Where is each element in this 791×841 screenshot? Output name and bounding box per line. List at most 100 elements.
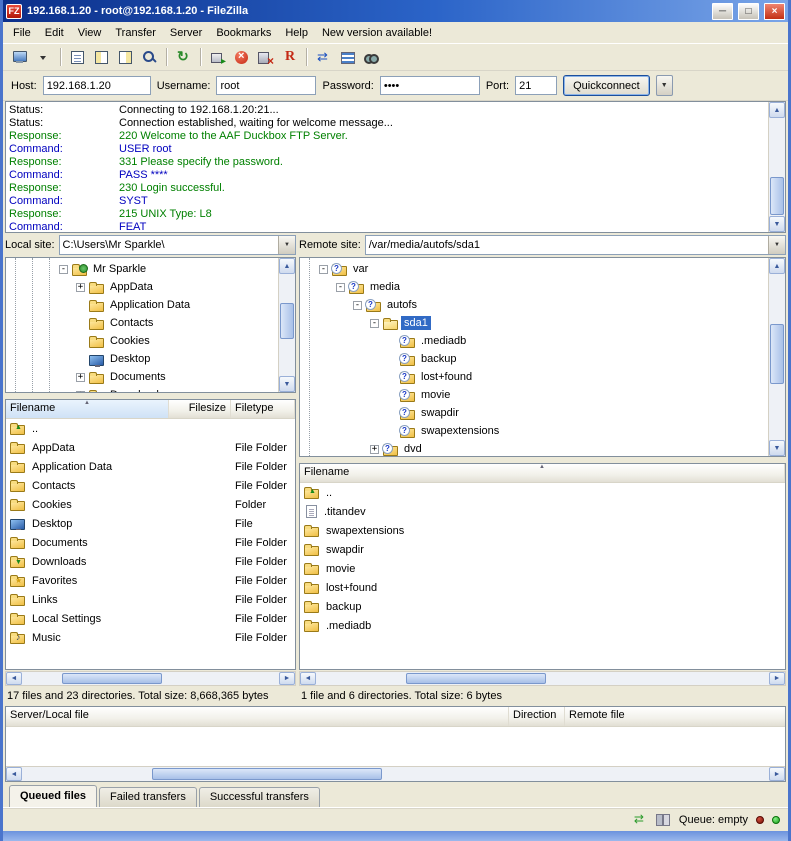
file-row[interactable]: AppDataFile Folder bbox=[6, 438, 295, 457]
toggle-remote-tree-button[interactable] bbox=[114, 46, 137, 69]
quickconnect-button[interactable]: Quickconnect bbox=[563, 75, 650, 96]
scroll-right-icon[interactable]: ► bbox=[769, 767, 785, 781]
file-row[interactable]: DocumentsFile Folder bbox=[6, 533, 295, 552]
site-manager-button[interactable] bbox=[8, 46, 31, 69]
toggle-message-log-button[interactable] bbox=[66, 46, 89, 69]
scroll-up-icon[interactable]: ▲ bbox=[769, 102, 785, 118]
scroll-left-icon[interactable]: ◄ bbox=[300, 672, 316, 685]
scroll-right-icon[interactable]: ► bbox=[769, 672, 785, 685]
scrollbar-track[interactable] bbox=[279, 274, 295, 376]
file-row[interactable]: .mediadb bbox=[300, 616, 785, 635]
username-input[interactable] bbox=[216, 76, 316, 95]
remote-site-combo[interactable]: /var/media/autofs/sda1 ▼ bbox=[365, 235, 786, 255]
port-input[interactable] bbox=[515, 76, 557, 95]
tree-item[interactable]: lost+found bbox=[300, 368, 785, 386]
sync-browsing-button[interactable] bbox=[336, 46, 359, 69]
scrollbar-thumb[interactable] bbox=[280, 303, 294, 339]
tree-expander-icon[interactable]: - bbox=[353, 301, 362, 310]
menu-item-transfer[interactable]: Transfer bbox=[108, 24, 163, 42]
file-row[interactable]: MusicFile Folder bbox=[6, 628, 295, 647]
queue-horizontal-scrollbar[interactable]: ◄ ► bbox=[6, 766, 785, 781]
scrollbar-thumb[interactable] bbox=[62, 673, 162, 684]
scrollbar-track[interactable] bbox=[769, 118, 785, 216]
remote-tree-scrollbar[interactable]: ▲ ▼ bbox=[768, 258, 785, 456]
menu-item-view[interactable]: View bbox=[71, 24, 109, 42]
file-row[interactable]: Application DataFile Folder bbox=[6, 457, 295, 476]
column-header-filetype[interactable]: Filetype bbox=[231, 400, 295, 418]
find-files-button[interactable] bbox=[360, 46, 383, 69]
scrollbar-track[interactable] bbox=[769, 274, 785, 440]
scroll-down-icon[interactable]: ▼ bbox=[279, 376, 295, 392]
column-header-remote-file[interactable]: Remote file bbox=[565, 707, 785, 726]
file-row[interactable]: backup bbox=[300, 597, 785, 616]
cancel-button[interactable] bbox=[230, 46, 253, 69]
file-row[interactable]: lost+found bbox=[300, 578, 785, 597]
file-row[interactable]: swapextensions bbox=[300, 521, 785, 540]
reconnect-button[interactable] bbox=[278, 46, 301, 69]
scroll-down-icon[interactable]: ▼ bbox=[769, 216, 785, 232]
column-header-filename[interactable]: Filename▲ bbox=[6, 400, 169, 418]
tab-failed-transfers[interactable]: Failed transfers bbox=[99, 787, 197, 807]
log-scrollbar[interactable]: ▲ ▼ bbox=[768, 102, 785, 232]
toggle-local-tree-button[interactable] bbox=[90, 46, 113, 69]
tree-expander-icon[interactable]: - bbox=[336, 283, 345, 292]
file-row[interactable]: .. bbox=[6, 419, 295, 438]
close-button[interactable]: × bbox=[764, 3, 785, 20]
combo-dropdown-button[interactable]: ▼ bbox=[768, 236, 785, 254]
scrollbar-track[interactable] bbox=[22, 767, 769, 781]
tree-expander-icon[interactable]: + bbox=[370, 445, 379, 454]
scroll-left-icon[interactable]: ◄ bbox=[6, 767, 22, 781]
tree-item[interactable]: -autofs bbox=[300, 296, 785, 314]
speed-limits-icon[interactable] bbox=[633, 811, 650, 828]
toggle-queue-button[interactable] bbox=[138, 46, 161, 69]
tree-item[interactable]: swapdir bbox=[300, 404, 785, 422]
host-input[interactable] bbox=[43, 76, 151, 95]
local-tree-scrollbar[interactable]: ▲ ▼ bbox=[278, 258, 295, 392]
maximize-button[interactable]: □ bbox=[738, 3, 759, 20]
tree-item[interactable]: -media bbox=[300, 278, 785, 296]
process-queue-button[interactable] bbox=[206, 46, 229, 69]
title-bar[interactable]: FZ 192.168.1.20 - root@192.168.1.20 - Fi… bbox=[3, 0, 788, 22]
scroll-up-icon[interactable]: ▲ bbox=[279, 258, 295, 274]
file-row[interactable]: DownloadsFile Folder bbox=[6, 552, 295, 571]
tree-item[interactable]: -var bbox=[300, 260, 785, 278]
scroll-left-icon[interactable]: ◄ bbox=[6, 672, 22, 685]
menu-item-help[interactable]: Help bbox=[278, 24, 315, 42]
tree-item[interactable]: backup bbox=[300, 350, 785, 368]
file-row[interactable]: movie bbox=[300, 559, 785, 578]
scrollbar-thumb[interactable] bbox=[770, 324, 784, 384]
file-row[interactable]: DesktopFile bbox=[6, 514, 295, 533]
file-row[interactable]: swapdir bbox=[300, 540, 785, 559]
combo-dropdown-button[interactable]: ▼ bbox=[278, 236, 295, 254]
tree-item[interactable]: movie bbox=[300, 386, 785, 404]
column-header-direction[interactable]: Direction bbox=[509, 707, 565, 726]
file-row[interactable]: CookiesFolder bbox=[6, 495, 295, 514]
refresh-button[interactable] bbox=[172, 46, 195, 69]
tree-expander-icon[interactable]: + bbox=[76, 373, 85, 382]
tab-queued-files[interactable]: Queued files bbox=[9, 785, 97, 807]
local-horizontal-scrollbar[interactable]: ◄ ► bbox=[5, 671, 296, 686]
tree-expander-icon[interactable]: - bbox=[59, 265, 68, 274]
column-header-server-local-file[interactable]: Server/Local file bbox=[6, 707, 509, 726]
menu-item-file[interactable]: File bbox=[6, 24, 38, 42]
tree-expander-icon[interactable]: + bbox=[76, 391, 85, 394]
disconnect-button[interactable] bbox=[254, 46, 277, 69]
quickconnect-dropdown-button[interactable]: ▼ bbox=[656, 75, 673, 96]
scrollbar-track[interactable] bbox=[316, 672, 769, 685]
tree-expander-icon[interactable]: - bbox=[370, 319, 379, 328]
tree-item[interactable]: .mediadb bbox=[300, 332, 785, 350]
menu-item-server[interactable]: Server bbox=[163, 24, 209, 42]
site-manager-dropdown[interactable] bbox=[32, 46, 55, 69]
tree-expander-icon[interactable]: - bbox=[319, 265, 328, 274]
scroll-up-icon[interactable]: ▲ bbox=[769, 258, 785, 274]
scrollbar-thumb[interactable] bbox=[152, 768, 382, 780]
password-input[interactable] bbox=[380, 76, 480, 95]
scrollbar-thumb[interactable] bbox=[770, 177, 784, 215]
file-row[interactable]: ContactsFile Folder bbox=[6, 476, 295, 495]
file-row[interactable]: FavoritesFile Folder bbox=[6, 571, 295, 590]
column-header-filename[interactable]: Filename▲ bbox=[300, 464, 785, 482]
menu-item-new-version-available[interactable]: New version available! bbox=[315, 24, 439, 42]
directory-comparison-button[interactable] bbox=[312, 46, 335, 69]
tab-successful-transfers[interactable]: Successful transfers bbox=[199, 787, 320, 807]
file-row[interactable]: .titandev bbox=[300, 502, 785, 521]
